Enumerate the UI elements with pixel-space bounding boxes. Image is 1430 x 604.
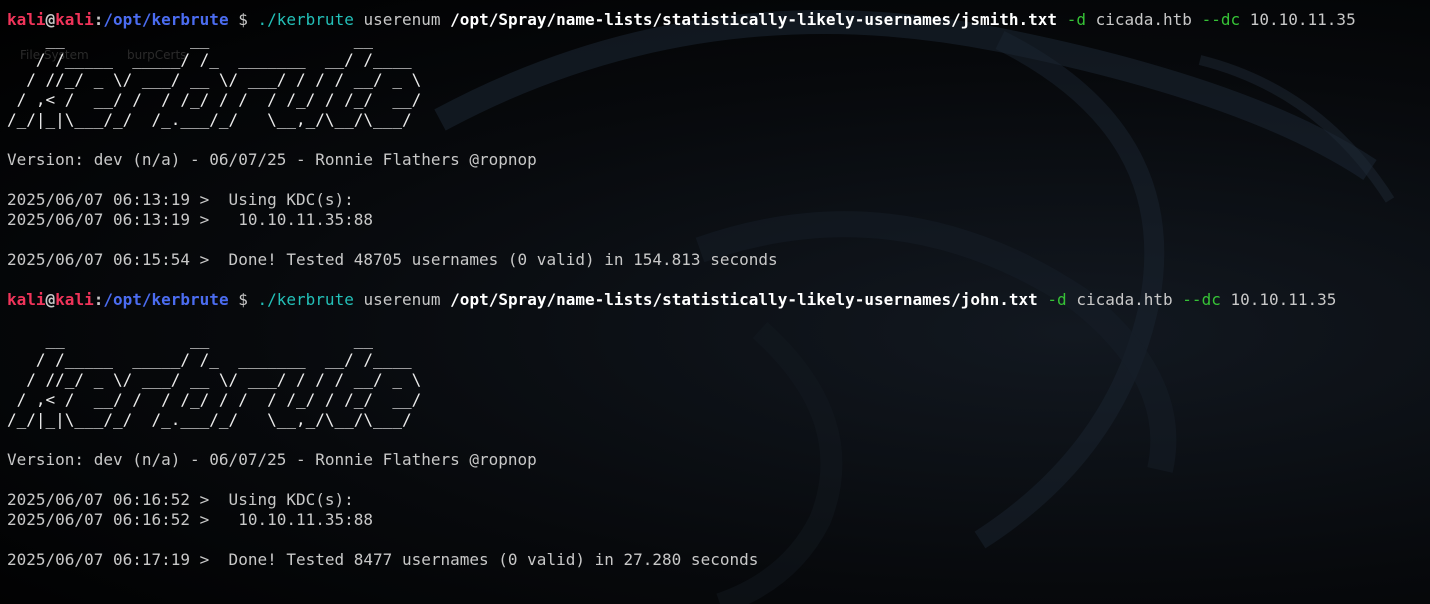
prompt-cwd: /opt/kerbrute [103,290,229,309]
prompt-symbol: $ [238,10,248,29]
version-line: Version: dev (n/a) - 06/07/25 - Ronnie F… [7,150,537,169]
banner-line: __ __ __ [7,330,422,349]
command-domain: cicada.htb [1076,290,1173,309]
prompt-cwd: /opt/kerbrute [103,10,229,29]
prompt-host: kali [55,10,94,29]
command-name: ./kerbrute [257,290,354,309]
terminal-output: kali@kali:/opt/kerbrute $ ./kerbrute use… [7,10,1430,570]
prompt-user: kali [7,10,46,29]
kdc-address-line: 2025/06/07 06:16:52 > 10.10.11.35:88 [7,510,374,529]
version-line: Version: dev (n/a) - 06/07/25 - Ronnie F… [7,450,537,469]
result-line: 2025/06/07 06:17:19 > Done! Tested 8477 … [7,550,759,569]
prompt-line: kali@kali:/opt/kerbrute $ ./kerbrute use… [7,290,1430,310]
command-domain-flag: -d [1047,290,1067,309]
result-line: 2025/06/07 06:15:54 > Done! Tested 48705… [7,250,778,269]
command-wordlist: /opt/Spray/name-lists/statistically-like… [450,10,1058,29]
command-subcommand: userenum [363,290,441,309]
banner-line: / //_/ _ \/ ___/ __ \/ ___/ / / / __/ _ … [7,370,422,389]
prompt-at: @ [45,290,56,309]
command-subcommand: userenum [363,10,441,29]
prompt-symbol: $ [238,290,248,309]
prompt-colon: : [93,290,104,309]
command-domain: cicada.htb [1095,10,1192,29]
banner-line: / /_____ _____/ /_ _______ __/ /____ [7,350,422,369]
command-dc: 10.10.11.35 [1249,10,1356,29]
terminal-window[interactable]: File System burpCerts kali@kali:/opt/ker… [0,0,1430,604]
kdc-line: 2025/06/07 06:16:52 > Using KDC(s): [7,490,354,509]
kdc-line: 2025/06/07 06:13:19 > Using KDC(s): [7,190,354,209]
command-domain-flag: -d [1066,10,1086,29]
command-wordlist: /opt/Spray/name-lists/statistically-like… [450,290,1038,309]
command-dc-flag: --dc [1182,290,1221,309]
prompt-host: kali [55,290,94,309]
prompt-at: @ [45,10,56,29]
command-dc-flag: --dc [1201,10,1241,29]
kdc-address-line: 2025/06/07 06:13:19 > 10.10.11.35:88 [7,210,374,229]
prompt-colon: : [93,10,104,29]
banner-line: / //_/ _ \/ ___/ __ \/ ___/ / / / __/ _ … [7,70,422,89]
prompt-user: kali [7,290,46,309]
banner-line: / ,< / __/ / / /_/ / / / /_/ / /_/ __/ [7,390,422,409]
banner-line: /_/|_|\___/_/ /_.___/_/ \__,_/\__/\___/ [7,110,422,129]
command-dc: 10.10.11.35 [1230,290,1337,309]
prompt-line: kali@kali:/opt/kerbrute $ ./kerbrute use… [7,10,1430,30]
banner-line: /_/|_|\___/_/ /_.___/_/ \__,_/\__/\___/ [7,410,422,429]
banner-line: / ,< / __/ / / /_/ / / / /_/ / /_/ __/ [7,90,422,109]
command-name: ./kerbrute [257,10,354,29]
banner-line: __ __ __ [7,30,422,49]
banner-line: / /_____ _____/ /_ _______ __/ /____ [7,50,422,69]
